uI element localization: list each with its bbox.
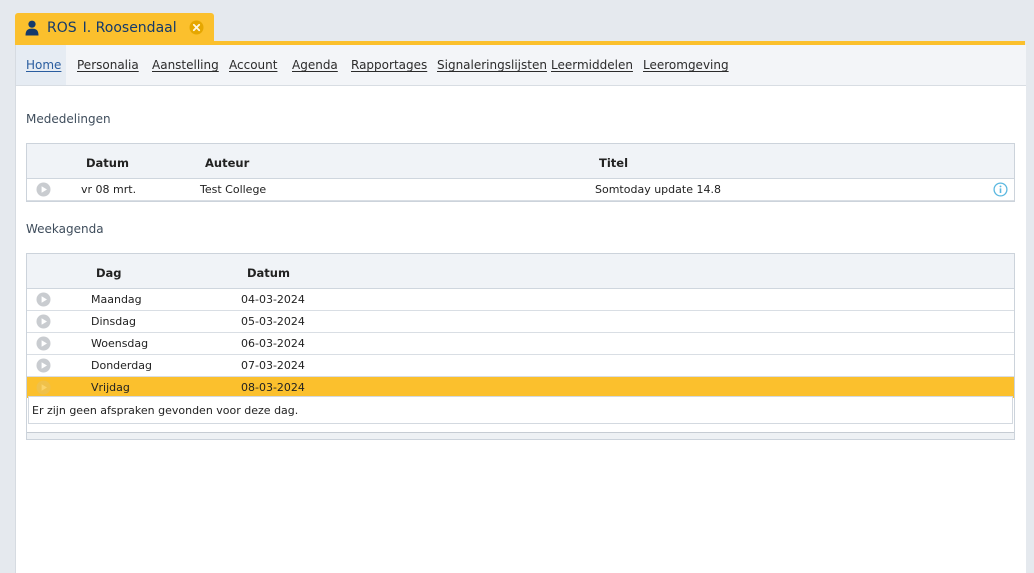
close-circle-icon[interactable]: [189, 20, 204, 35]
header-datum[interactable]: Datum: [247, 266, 290, 280]
cell-datum: 04-03-2024: [241, 293, 305, 306]
menu-item-leermiddelen[interactable]: Leermiddelen: [551, 45, 633, 85]
table-row-selected[interactable]: Vrijdag 08-03-2024: [27, 377, 1014, 398]
header-titel[interactable]: Titel: [599, 156, 628, 170]
header-auteur[interactable]: Auteur: [205, 156, 249, 170]
cell-titel: Somtoday update 14.8: [595, 183, 721, 196]
content-panel: Home Personalia Aanstelling Account Agen…: [15, 45, 1026, 573]
play-icon[interactable]: [36, 292, 51, 307]
no-appointments-message: Er zijn geen afspraken gevonden voor dez…: [32, 404, 299, 417]
table-row[interactable]: Woensdag 06-03-2024: [27, 333, 1014, 355]
play-icon[interactable]: [36, 336, 51, 351]
tab-title: ROS I. Roosendaal: [47, 20, 177, 36]
menu-item-signaleringslijsten[interactable]: Signaleringslijsten: [437, 45, 547, 85]
table-row[interactable]: vr 08 mrt. Test College Somtoday update …: [27, 179, 1014, 201]
cell-dag: Donderdag: [91, 359, 152, 372]
play-icon[interactable]: [36, 380, 51, 395]
table-row[interactable]: Maandag 04-03-2024: [27, 289, 1014, 311]
cell-datum: 08-03-2024: [241, 381, 305, 394]
no-appointments-box: Er zijn geen afspraken gevonden voor dez…: [28, 396, 1013, 424]
cell-auteur: Test College: [200, 183, 267, 196]
weekagenda-title: Weekagenda: [26, 222, 104, 236]
header-dag[interactable]: Dag: [96, 266, 122, 280]
tab-name: I. Roosendaal: [82, 19, 177, 36]
cell-dag: Woensdag: [91, 337, 149, 350]
menu-item-personalia[interactable]: Personalia: [77, 45, 139, 85]
menu-item-home[interactable]: Home: [16, 45, 66, 85]
cell-dag: Maandag: [91, 293, 142, 306]
menu-item-rapportages[interactable]: Rapportages: [351, 45, 427, 85]
cell-datum: vr 08 mrt.: [81, 183, 137, 196]
tab-code: ROS: [47, 19, 77, 36]
cell-datum: 07-03-2024: [241, 359, 305, 372]
cell-dag: Vrijdag: [91, 381, 130, 394]
user-icon: [25, 20, 39, 35]
cell-datum: 05-03-2024: [241, 315, 305, 328]
play-icon[interactable]: [36, 358, 51, 373]
mededelingen-header: Datum Auteur Titel: [27, 144, 1014, 179]
menu-item-aanstelling[interactable]: Aanstelling: [152, 45, 219, 85]
menu-item-leeromgeving[interactable]: Leeromgeving: [643, 45, 729, 85]
grid-footer: [27, 432, 1014, 439]
cell-dag: Dinsdag: [91, 315, 136, 328]
table-row[interactable]: Donderdag 07-03-2024: [27, 355, 1014, 377]
info-icon[interactable]: [993, 182, 1008, 197]
play-icon[interactable]: [36, 182, 51, 197]
weekagenda-header: Dag Datum: [27, 254, 1014, 289]
play-icon[interactable]: [36, 314, 51, 329]
mededelingen-title: Mededelingen: [26, 112, 111, 126]
person-tab[interactable]: ROS I. Roosendaal: [15, 13, 214, 42]
menu-item-account[interactable]: Account: [229, 45, 277, 85]
cell-datum: 06-03-2024: [241, 337, 305, 350]
menu-item-agenda[interactable]: Agenda: [292, 45, 338, 85]
mededelingen-grid: Datum Auteur Titel vr 08 mrt. Test Colle…: [26, 143, 1015, 202]
header-datum[interactable]: Datum: [86, 156, 129, 170]
weekagenda-grid: Dag Datum Maandag 04-03-2024 Dinsdag 05-…: [26, 253, 1015, 440]
menu-bar: Home Personalia Aanstelling Account Agen…: [16, 45, 1026, 86]
table-row[interactable]: Dinsdag 05-03-2024: [27, 311, 1014, 333]
